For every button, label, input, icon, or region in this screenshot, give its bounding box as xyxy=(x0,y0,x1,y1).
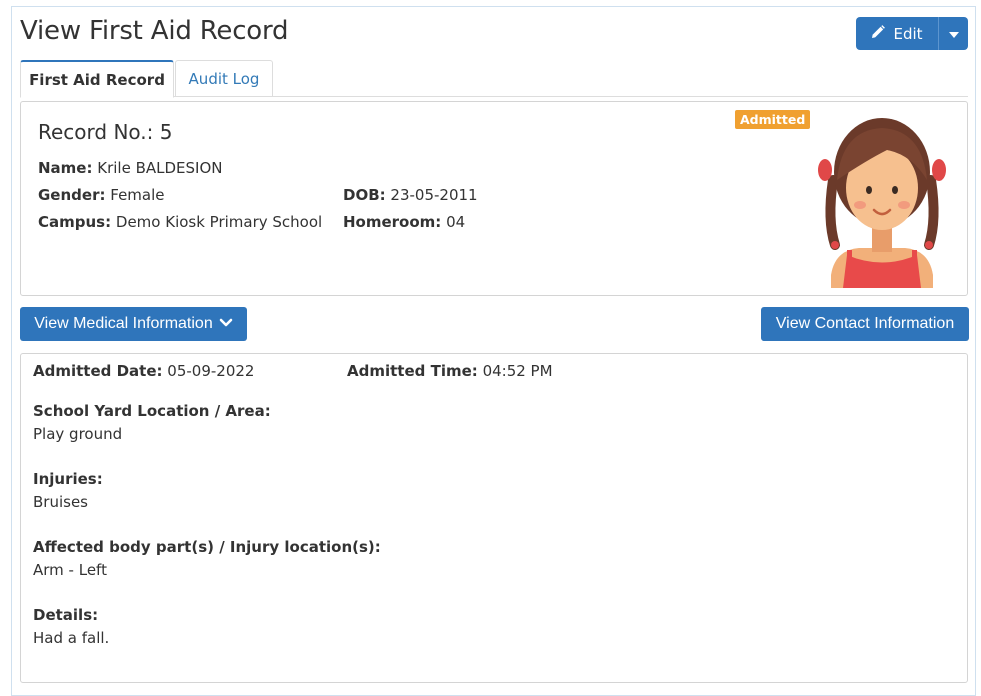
name-value: Krile BALDESION xyxy=(97,159,223,177)
location-value: Play ground xyxy=(33,425,123,443)
gender-label: Gender: xyxy=(38,186,106,204)
admitted-time: Admitted Time: 04:52 PM xyxy=(347,362,553,380)
name-label: Name: xyxy=(38,159,93,177)
campus-label: Campus: xyxy=(38,213,112,231)
homeroom-label: Homeroom: xyxy=(343,213,442,231)
edit-dropdown-toggle[interactable] xyxy=(938,17,968,50)
record-number: Record No.: 5 xyxy=(38,120,173,144)
body-part-label: Affected body part(s) / Injury location(… xyxy=(33,538,381,556)
dob-label: DOB: xyxy=(343,186,386,204)
edit-button-label: Edit xyxy=(893,24,923,43)
location-label: School Yard Location / Area: xyxy=(33,402,271,420)
tab-first-aid-record[interactable]: First Aid Record xyxy=(20,60,174,98)
view-medical-information-button[interactable]: View Medical Information xyxy=(20,307,247,341)
status-badge: Admitted xyxy=(735,110,811,129)
student-summary-card: Record No.: 5 Name: Krile BALDESION Gend… xyxy=(20,101,968,296)
injuries-label: Injuries: xyxy=(33,470,103,488)
admitted-time-value: 04:52 PM xyxy=(482,362,553,380)
gender-value: Female xyxy=(110,186,165,204)
homeroom-value: 04 xyxy=(446,213,466,231)
body-part-value: Arm - Left xyxy=(33,561,107,579)
edit-button[interactable]: Edit xyxy=(856,17,938,50)
injuries-value: Bruises xyxy=(33,493,88,511)
view-medical-information-label: View Medical Information xyxy=(34,315,213,332)
student-campus: Campus: Demo Kiosk Primary School xyxy=(38,213,322,231)
caret-down-icon xyxy=(948,26,959,41)
admitted-date-label: Admitted Date: xyxy=(33,362,163,380)
details-label: Details: xyxy=(33,606,99,624)
page-title: View First Aid Record xyxy=(20,16,289,46)
admitted-date-value: 05-09-2022 xyxy=(167,362,255,380)
student-homeroom: Homeroom: 04 xyxy=(343,213,465,231)
admitted-time-label: Admitted Time: xyxy=(347,362,478,380)
chevron-down-icon xyxy=(219,315,233,333)
view-contact-information-button[interactable]: View Contact Information xyxy=(761,307,969,341)
record-number-label: Record No.: xyxy=(38,120,154,144)
student-name: Name: Krile BALDESION xyxy=(38,159,223,177)
campus-value: Demo Kiosk Primary School xyxy=(115,213,323,231)
student-dob: DOB: 23-05-2011 xyxy=(343,186,478,204)
record-number-value: 5 xyxy=(159,120,173,144)
student-gender: Gender: Female xyxy=(38,186,165,204)
details-value: Had a fall. xyxy=(33,629,110,647)
admitted-date: Admitted Date: 05-09-2022 xyxy=(33,362,254,380)
tab-audit-log[interactable]: Audit Log xyxy=(175,60,273,97)
incident-details-panel: Admitted Date: 05-09-2022 Admitted Time:… xyxy=(20,353,968,683)
tab-bar: First Aid Record Audit Log xyxy=(20,60,968,98)
edit-button-group: Edit xyxy=(856,17,968,50)
student-avatar xyxy=(817,110,947,290)
dob-value: 23-05-2011 xyxy=(390,186,478,204)
pencil-icon xyxy=(871,24,886,43)
